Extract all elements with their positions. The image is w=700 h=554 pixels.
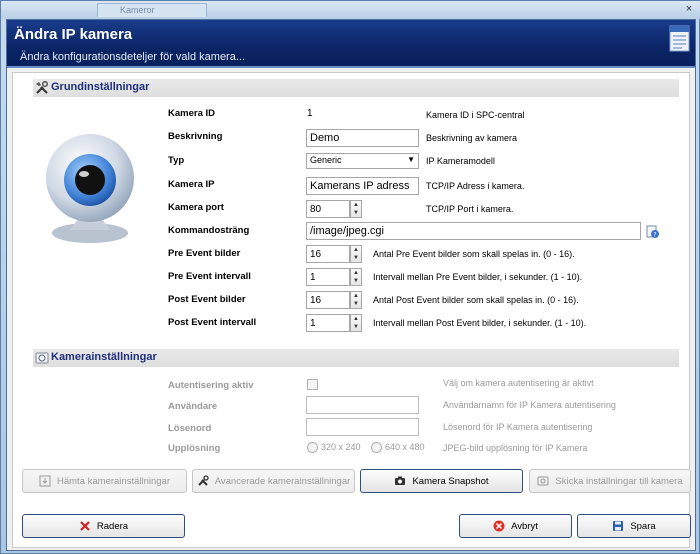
window-tab[interactable]: Kameror xyxy=(97,3,207,17)
chevron-down-icon: ▼ xyxy=(407,155,415,164)
camera-settings-icon xyxy=(35,352,49,364)
camera-id-value: 1 xyxy=(307,108,313,119)
password-label: Lösenord xyxy=(168,423,212,434)
basic-settings-header: Grundinställningar xyxy=(33,79,679,97)
camera-snapshot-button[interactable]: Kamera Snapshot xyxy=(360,469,523,493)
type-select[interactable]: Generic ▼ xyxy=(306,153,419,169)
description-input[interactable]: Demo xyxy=(306,129,419,147)
pre-event-images-label: Pre Event bilder xyxy=(168,248,241,259)
camera-id-label: Kamera ID xyxy=(168,108,215,119)
advanced-settings-label: Avancerade kamerainställningar xyxy=(214,475,351,487)
resolution-640-radio[interactable] xyxy=(371,442,382,453)
send-settings-label: Skicka inställningar till kamera xyxy=(555,475,683,487)
tools-icon xyxy=(198,475,209,486)
camera-id-desc: Kamera ID i SPC-central xyxy=(426,110,525,120)
camera-ip-desc: TCP/IP Adress i kamera. xyxy=(426,181,525,191)
camera-port-input[interactable]: 80 xyxy=(306,200,350,218)
save-icon xyxy=(613,521,624,531)
save-label: Spara xyxy=(630,520,656,532)
delete-button[interactable]: Radera xyxy=(22,514,185,538)
post-event-interval-input[interactable]: 1 xyxy=(306,314,350,332)
dialog-title: Ändra IP kamera xyxy=(14,26,133,43)
user-label: Användare xyxy=(168,401,218,412)
post-event-interval-stepper[interactable]: ▲ ▼ xyxy=(350,314,362,332)
auth-label: Autentisering aktiv xyxy=(168,380,254,391)
pre-event-images-desc: Antal Pre Event bilder som skall spelas … xyxy=(373,249,575,259)
pre-event-images-stepper[interactable]: ▲ ▼ xyxy=(350,245,362,263)
post-event-interval-label: Post Event intervall xyxy=(168,317,257,328)
edit-camera-dialog: Ändra IP kamera Ändra konfigurationsdete… xyxy=(6,19,696,551)
resolution-desc: JPEG-bild upplösning för IP Kamera xyxy=(443,443,588,453)
command-label: Kommandosträng xyxy=(168,225,250,236)
fetch-settings-button[interactable]: Hämta kamerainställningar xyxy=(22,469,187,493)
window-frame: Kameror × Ändra IP kamera Ändra konfigur… xyxy=(0,0,700,554)
camera-snapshot-label: Kamera Snapshot xyxy=(412,475,489,487)
resolution-label: Upplösning xyxy=(168,443,221,454)
pre-event-images-input[interactable]: 16 xyxy=(306,245,350,263)
delete-label: Radera xyxy=(96,520,129,532)
dialog-content: Grundinställningar Kamera ID 1 Kamera ID… xyxy=(12,72,691,548)
post-event-images-stepper[interactable]: ▲ ▼ xyxy=(350,291,362,309)
advanced-settings-button[interactable]: Avancerade kamerainställningar xyxy=(192,469,355,493)
camera-settings-title: Kamerainställningar xyxy=(51,351,157,363)
post-event-images-label: Post Event bilder xyxy=(168,294,246,305)
cancel-label: Avbryt xyxy=(511,520,538,532)
resolution-320-radio[interactable] xyxy=(307,442,318,453)
svg-text:?: ? xyxy=(653,232,656,239)
camera-icon xyxy=(395,476,406,485)
camera-port-stepper[interactable]: ▲ ▼ xyxy=(350,200,362,218)
pre-event-interval-label: Pre Event intervall xyxy=(168,271,251,282)
auth-checkbox[interactable] xyxy=(307,379,318,390)
description-desc: Beskrivning av kamera xyxy=(426,133,518,143)
dialog-header: Ändra IP kamera Ändra konfigurationsdete… xyxy=(7,20,695,68)
fetch-settings-label: Hämta kamerainställningar xyxy=(57,475,170,487)
tools-icon xyxy=(36,81,49,94)
save-button[interactable]: Spara xyxy=(577,514,691,538)
password-desc: Lösenord för IP Kamera autentisering xyxy=(443,422,593,432)
post-event-images-input[interactable]: 16 xyxy=(306,291,350,309)
type-label: Typ xyxy=(168,155,185,166)
user-desc: Användarnamn för IP Kamera autentisering xyxy=(443,400,616,410)
command-input[interactable]: /image/jpeg.cgi xyxy=(306,222,641,240)
upload-icon xyxy=(537,476,549,486)
post-event-interval-desc: Intervall mellan Post Event bilder, i se… xyxy=(373,318,587,328)
download-icon xyxy=(39,475,51,487)
pre-event-interval-stepper[interactable]: ▲ ▼ xyxy=(350,268,362,286)
camera-settings-header: Kamerainställningar xyxy=(33,349,679,367)
delete-icon xyxy=(80,521,90,531)
post-event-images-desc: Antal Post Event bilder som skall spelas… xyxy=(373,295,579,305)
help-icon[interactable]: ? xyxy=(646,225,660,239)
camera-ip-label: Kamera IP xyxy=(168,179,215,190)
auth-desc: Välj om kamera autentisering är aktivt xyxy=(443,378,594,388)
basic-settings-title: Grundinställningar xyxy=(51,81,150,93)
cancel-icon xyxy=(493,520,505,532)
camera-port-label: Kamera port xyxy=(168,202,224,213)
dialog-subtitle: Ändra konfigurationsdeteljer för vald ka… xyxy=(20,51,246,63)
type-desc: IP Kameramodell xyxy=(426,156,495,166)
camera-ip-input[interactable]: Kamerans IP adress xyxy=(306,177,419,195)
resolution-320-label: 320 x 240 xyxy=(321,442,361,452)
user-input[interactable] xyxy=(306,396,419,414)
document-edit-icon xyxy=(669,25,690,52)
pre-event-interval-desc: Intervall mellan Pre Event bilder, i sek… xyxy=(373,272,583,282)
webcam-icon xyxy=(46,134,134,243)
type-select-value: Generic xyxy=(310,155,342,165)
password-input[interactable] xyxy=(306,418,419,436)
camera-port-desc: TCP/IP Port i kamera. xyxy=(426,204,514,214)
description-label: Beskrivning xyxy=(168,131,223,142)
cancel-button[interactable]: Avbryt xyxy=(459,514,572,538)
send-settings-button[interactable]: Skicka inställningar till kamera xyxy=(529,469,691,493)
pre-event-interval-input[interactable]: 1 xyxy=(306,268,350,286)
close-icon[interactable]: × xyxy=(681,2,697,16)
title-strip: Kameror × xyxy=(1,1,700,19)
resolution-640-label: 640 x 480 xyxy=(385,442,425,452)
